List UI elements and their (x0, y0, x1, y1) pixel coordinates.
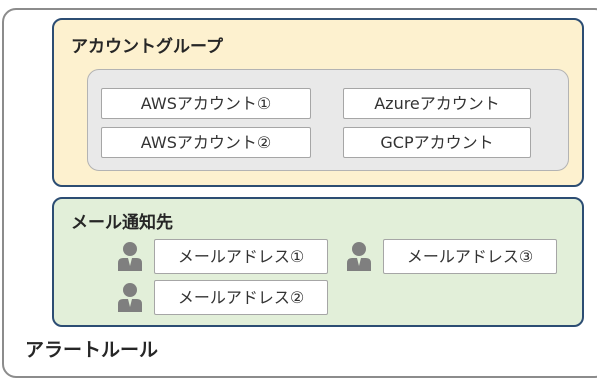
alert-rule-label: アラートルール (25, 339, 159, 361)
mail-notification-box: メール通知先 メールアドレス① メールアドレス③ メールアドレス② (52, 197, 584, 327)
account-aws-1: AWSアカウント① (101, 88, 311, 119)
person-icon (347, 242, 371, 271)
account-group-label: アカウントグループ (71, 37, 223, 57)
account-aws-2: AWSアカウント② (101, 127, 311, 158)
person-icon (118, 242, 142, 271)
mail-address-2: メールアドレス② (154, 280, 328, 315)
account-gcp: GCPアカウント (343, 127, 531, 158)
mail-notification-label: メール通知先 (71, 213, 173, 233)
mail-address-3: メールアドレス③ (383, 239, 557, 274)
account-group-box: アカウントグループ AWSアカウント① Azureアカウント AWSアカウント②… (52, 18, 584, 187)
account-list-panel: AWSアカウント① Azureアカウント AWSアカウント② GCPアカウント (87, 69, 569, 171)
mail-address-1: メールアドレス① (154, 239, 328, 274)
person-icon (118, 283, 142, 312)
account-azure: Azureアカウント (343, 88, 531, 119)
